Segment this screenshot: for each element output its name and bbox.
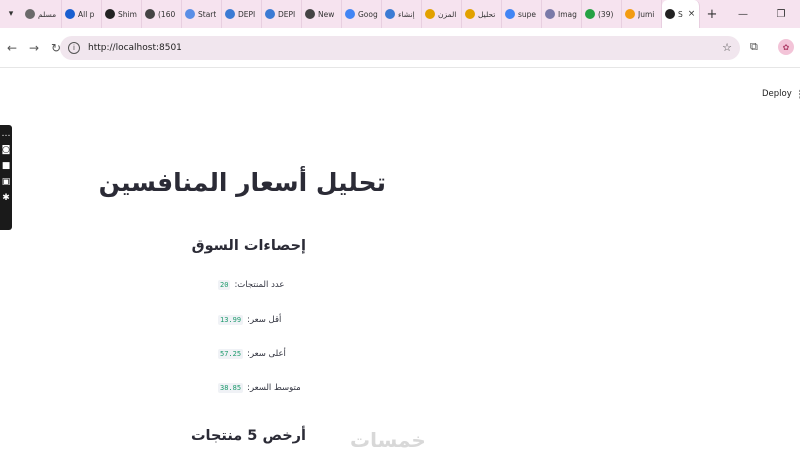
tab-favicon-icon [385, 9, 395, 19]
browser-tab-strip: ▾ مسلم All p Shim (160 Start DEPI DEPI New Goog إ… [0, 0, 800, 28]
tab-title: Jumi [638, 9, 655, 19]
browser-tab[interactable]: DEPI [222, 0, 262, 28]
tab-favicon-icon [25, 9, 35, 19]
window-icon[interactable]: ▣ [2, 177, 11, 187]
tab-favicon-icon [505, 9, 515, 19]
tab-title: مسلم [38, 9, 57, 19]
tab-favicon-icon [65, 9, 75, 19]
gear-icon[interactable]: ✱ [2, 193, 10, 203]
minimize-button[interactable]: — [724, 9, 762, 20]
browser-tab[interactable]: (39) [582, 0, 622, 28]
browser-tab[interactable]: (160 [142, 0, 182, 28]
stat-value: 20 [218, 280, 231, 290]
stat-product-count: 20 عدد المنتجات: [218, 280, 284, 290]
browser-tab[interactable]: مسلم [22, 0, 62, 28]
browser-tab[interactable]: المزن [422, 0, 462, 28]
browser-tab[interactable]: DEPI [262, 0, 302, 28]
tab-favicon-icon [105, 9, 115, 19]
tab-title: المزن [438, 9, 457, 19]
tab-favicon-icon [625, 9, 635, 19]
watermark-logo: خمسات [350, 428, 426, 452]
tab-title: Goog [358, 9, 378, 19]
address-bar[interactable]: i http://localhost:8501 ☆ [60, 36, 740, 60]
tab-favicon-icon [265, 9, 275, 19]
tab-favicon-icon [425, 9, 435, 19]
stat-label: عدد المنتجات: [234, 280, 285, 290]
browser-tab[interactable]: All p [62, 0, 102, 28]
tab-favicon-icon [225, 9, 235, 19]
tab-favicon-icon [465, 9, 475, 19]
tab-favicon-icon [665, 9, 675, 19]
tab-search-dropdown-icon[interactable]: ▾ [0, 0, 22, 28]
window-controls: — ❐ [724, 0, 800, 28]
tab-title: S [678, 9, 683, 19]
tab-favicon-icon [585, 9, 595, 19]
tab-title: Shim [118, 9, 137, 19]
tab-title: DEPI [238, 9, 256, 19]
tab-title: (39) [598, 9, 614, 19]
browser-tab[interactable]: S × [662, 0, 700, 28]
stat-max-price: 57.25 أعلى سعر: [218, 349, 286, 359]
tab-favicon-icon [345, 9, 355, 19]
tab-favicon-icon [145, 9, 155, 19]
tab-title: Imag [558, 9, 577, 19]
cheapest-products-heading: أرخص 5 منتجات [190, 428, 306, 444]
browser-tab[interactable]: تحليل [462, 0, 502, 28]
grip-icon[interactable]: … [2, 129, 11, 139]
new-tab-button[interactable]: + [702, 0, 722, 28]
tab-title: تحليل [478, 9, 496, 19]
market-stats-heading: إحصاءات السوق [191, 238, 306, 254]
tab-title: DEPI [278, 9, 296, 19]
page-title: تحليل أسعار المنافسين [98, 168, 386, 197]
back-arrow-icon[interactable]: ← [2, 41, 22, 55]
stat-value: 57.25 [218, 349, 244, 359]
url-text[interactable]: http://localhost:8501 [88, 43, 182, 53]
stat-avg-price: 38.85 متوسط السعر: [218, 383, 301, 393]
browser-tab[interactable]: Jumi [622, 0, 662, 28]
main-menu-kebab-icon[interactable]: ⋮ [795, 88, 800, 101]
bookmark-star-icon[interactable]: ☆ [722, 41, 732, 54]
side-toolbar: … ◙ ■ ▣ ✱ [0, 125, 12, 230]
site-info-icon[interactable]: i [68, 42, 80, 54]
tab-title: New [318, 9, 335, 19]
browser-toolbar: ← → ↻ i http://localhost:8501 ☆ [0, 28, 800, 68]
tab-title: All p [78, 9, 95, 19]
browser-tab[interactable]: إنشاء [382, 0, 422, 28]
stat-value: 38.85 [218, 383, 244, 393]
deploy-button[interactable]: Deploy [762, 89, 792, 99]
stat-value: 13.99 [218, 315, 244, 325]
browser-tab[interactable]: Shim [102, 0, 142, 28]
profile-avatar[interactable]: ✿ [778, 39, 794, 55]
tab-favicon-icon [305, 9, 315, 19]
stat-min-price: 13.99 أقل سعر: [218, 315, 281, 325]
video-camera-icon[interactable]: ■ [2, 161, 11, 171]
browser-tab[interactable]: Start [182, 0, 222, 28]
stat-label: أعلى سعر: [247, 349, 286, 359]
tab-list: مسلم All p Shim (160 Start DEPI DEPI New Goog إنش… [22, 0, 702, 28]
browser-tab[interactable]: Goog [342, 0, 382, 28]
browser-tab[interactable]: New [302, 0, 342, 28]
tab-favicon-icon [185, 9, 195, 19]
browser-tab[interactable]: supe [502, 0, 542, 28]
tab-close-icon[interactable]: × [688, 9, 696, 19]
tab-title: Start [198, 9, 217, 19]
forward-arrow-icon[interactable]: → [24, 41, 44, 55]
browser-tab[interactable]: Imag [542, 0, 582, 28]
tab-favicon-icon [545, 9, 555, 19]
tab-title: (160 [158, 9, 176, 19]
tab-title: supe [518, 9, 537, 19]
camera-icon[interactable]: ◙ [2, 145, 11, 155]
extensions-puzzle-icon[interactable]: ⧉ [750, 40, 758, 54]
stat-label: أقل سعر: [247, 315, 282, 325]
restore-button[interactable]: ❐ [762, 9, 800, 20]
stat-label: متوسط السعر: [247, 383, 301, 393]
tab-title: إنشاء [398, 9, 415, 19]
